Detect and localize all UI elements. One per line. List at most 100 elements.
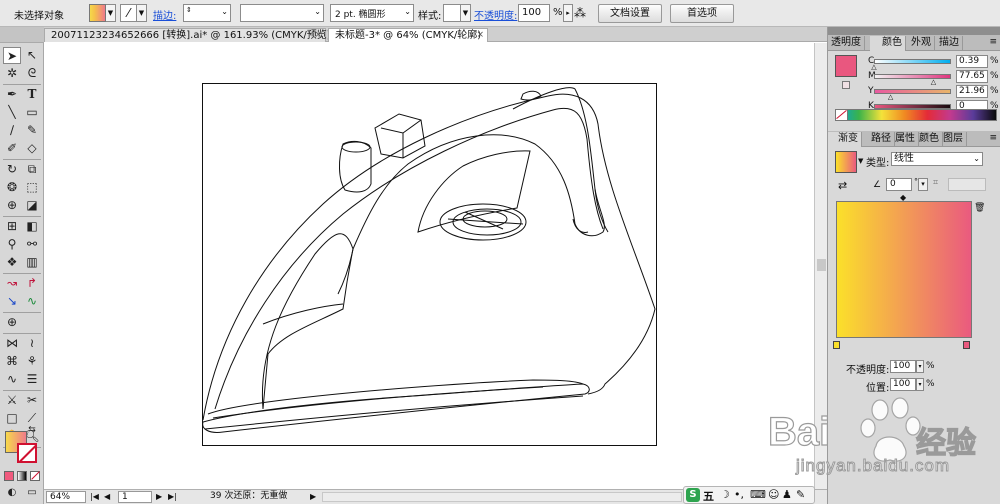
color-channel-m[interactable]: M △ 77.65% xyxy=(868,70,999,86)
eyedropper-tool-icon[interactable]: ⚲ xyxy=(3,236,21,253)
panel-menu-icon[interactable]: ≡ xyxy=(989,37,997,47)
rotate-tool-icon[interactable]: ↻ xyxy=(3,161,21,178)
style-swatch[interactable] xyxy=(443,4,461,22)
stop-opacity-input[interactable]: 100 xyxy=(890,360,916,373)
opacity-arrow-icon[interactable]: ▸ xyxy=(563,4,573,22)
reverse-gradient-icon[interactable]: ⇄ xyxy=(838,179,847,192)
gradient-thumbnail[interactable] xyxy=(835,151,857,173)
eraser-tool-icon[interactable]: ◇ xyxy=(23,140,41,157)
tab-color[interactable]: 颜色 xyxy=(870,36,906,51)
dock-header[interactable] xyxy=(828,27,1000,35)
gradient-mode-icon[interactable] xyxy=(17,471,27,481)
opacity-dropdown-icon[interactable]: ▾ xyxy=(916,360,924,373)
twist-tool-icon[interactable]: ⌘ xyxy=(3,353,21,370)
tab-appearance[interactable]: 外观 xyxy=(908,36,935,51)
zoom-select[interactable]: 64% xyxy=(46,491,86,503)
stroke-weight-input[interactable]: ⇕ ⌄ xyxy=(183,4,231,22)
pen-tool-icon[interactable]: ✒ xyxy=(3,86,21,103)
envelope-tool-icon[interactable]: ⋈ xyxy=(3,335,21,352)
free-transform-tool-icon[interactable]: ⬚ xyxy=(23,179,41,196)
direct-selection-tool-icon[interactable]: ↖ xyxy=(23,47,41,64)
mesh-tool-icon[interactable]: ⊞ xyxy=(3,218,21,235)
close-icon[interactable]: × xyxy=(314,29,322,42)
rectangle-tool-icon[interactable]: ▭ xyxy=(23,104,41,121)
last-page-icon[interactable]: ▶| xyxy=(168,491,177,503)
settings-wrench-icon[interactable]: ✎ xyxy=(796,488,805,501)
scale-tool-icon[interactable]: ⧉ xyxy=(23,161,41,178)
blend-tool-icon[interactable]: ⚯ xyxy=(23,236,41,253)
channel-value-input[interactable]: 0.39 xyxy=(956,55,988,68)
tab-color-2[interactable]: 颜色 xyxy=(916,132,943,147)
screen-mode-icon[interactable]: ▭ xyxy=(23,484,41,501)
stop-position-input[interactable]: 100 xyxy=(890,378,916,391)
angle-dropdown-icon[interactable]: ▾ xyxy=(918,178,928,191)
page-number-input[interactable]: 1 xyxy=(118,491,152,503)
tab-gradient[interactable]: 渐变 xyxy=(828,132,862,147)
brush-select[interactable]: 2 pt. 椭圆形 ⌄ xyxy=(330,4,414,22)
color-channel-c[interactable]: C △ 0.39% xyxy=(868,55,999,71)
ime-mode-label[interactable]: 五 xyxy=(703,488,714,504)
color-mode-icon[interactable] xyxy=(4,471,14,481)
stepper-icon[interactable]: ⇕ xyxy=(186,6,192,14)
delete-stop-icon[interactable]: 🗑︎ xyxy=(974,203,985,213)
shape-builder-tool-icon[interactable]: ⊕ xyxy=(3,197,21,214)
gradient-type-select[interactable]: 线性 ⌄ xyxy=(891,152,983,166)
action-tool-icon[interactable]: ↘ xyxy=(3,293,21,310)
variable-width-select[interactable]: ⌄ xyxy=(240,4,324,22)
preferences-button[interactable]: 首选项 xyxy=(670,4,734,23)
document-canvas[interactable] xyxy=(44,43,814,489)
position-dropdown-icon[interactable]: ▾ xyxy=(916,378,924,391)
horizontal-scrollbar[interactable] xyxy=(322,492,682,502)
draw-mode-icon[interactable]: ◐ xyxy=(3,484,21,501)
user-icon[interactable]: ♟ xyxy=(782,488,792,501)
magic-wand-tool-icon[interactable]: ✲ xyxy=(3,65,21,82)
none-mode-icon[interactable] xyxy=(30,471,40,481)
ime-logo-icon[interactable]: S xyxy=(686,488,700,502)
tab-document-1[interactable]: 20071123234652666 [转换].ai* @ 161.93% (CM… xyxy=(44,28,331,42)
vertical-scrollbar[interactable] xyxy=(814,43,827,489)
channel-value-input[interactable]: 77.65 xyxy=(956,70,988,83)
tab-attributes[interactable]: 属性 xyxy=(892,132,919,147)
next-page-icon[interactable]: ▶ xyxy=(156,491,162,503)
channel-slider[interactable] xyxy=(874,74,951,79)
gradient-preview[interactable] xyxy=(836,201,972,338)
tab-pathfinder[interactable]: 路径 xyxy=(868,132,895,147)
pencil-tool-icon[interactable]: ✎ xyxy=(23,122,41,139)
stroke-none-swatch[interactable]: ⁄ xyxy=(120,4,137,22)
line-tool-icon[interactable]: ╲ xyxy=(3,104,21,121)
scrollbar-thumb[interactable] xyxy=(817,259,826,271)
paintbrush-tool-icon[interactable]: ∕ xyxy=(3,122,21,139)
artboard[interactable] xyxy=(202,83,657,446)
stroke-dropdown-icon[interactable]: ▼ xyxy=(137,4,147,22)
slice-tool-icon[interactable]: ⚔ xyxy=(3,392,21,409)
tab-document-2[interactable]: 未标题-3* @ 64% (CMYK/轮廓) × xyxy=(328,28,488,42)
scissors-tool-icon[interactable]: ✂ xyxy=(23,392,41,409)
first-page-icon[interactable]: |◀ xyxy=(90,491,99,503)
iron-outline-artwork[interactable] xyxy=(203,84,658,447)
action-tool-icon[interactable]: ↝ xyxy=(3,275,21,292)
align-tool-icon[interactable]: ☰ xyxy=(23,371,41,388)
fill-dropdown-icon[interactable]: ▼ xyxy=(106,4,116,22)
column-graph-tool-icon[interactable]: ▥ xyxy=(23,254,41,271)
tab-transparency[interactable]: 透明度 xyxy=(828,36,865,51)
skin-icon[interactable]: ☺ xyxy=(768,488,779,501)
close-icon[interactable]: × xyxy=(476,29,484,42)
punctuation-icon[interactable]: •, xyxy=(734,488,744,501)
symbol-sprayer-tool-icon[interactable]: ❖ xyxy=(3,254,21,271)
pucker-tool-icon[interactable]: ⚘ xyxy=(23,353,41,370)
recolor-artwork-icon[interactable]: ⁂ xyxy=(574,6,586,20)
swap-colors-icon[interactable]: ⇆ xyxy=(26,425,38,435)
wave-tool-icon[interactable]: ≀ xyxy=(23,335,41,352)
previous-page-icon[interactable]: ◀ xyxy=(104,491,110,503)
type-tool-icon[interactable]: T xyxy=(23,86,41,103)
opacity-label[interactable]: 不透明度: xyxy=(474,7,517,22)
document-setup-button[interactable]: 文档设置 xyxy=(598,4,662,23)
color-channel-y[interactable]: Y △ 21.96% xyxy=(868,85,999,101)
gradient-stop-end[interactable] xyxy=(963,341,970,349)
style-dropdown-icon[interactable]: ▼ xyxy=(461,4,471,22)
warp-tool-icon[interactable]: ❂ xyxy=(3,179,21,196)
artboard-tool-icon[interactable]: □ xyxy=(3,410,21,427)
chevron-down-icon[interactable]: ▼ xyxy=(858,157,863,165)
tools-panel-grip[interactable] xyxy=(0,27,44,43)
gradient-tool-icon[interactable]: ◧ xyxy=(23,218,41,235)
